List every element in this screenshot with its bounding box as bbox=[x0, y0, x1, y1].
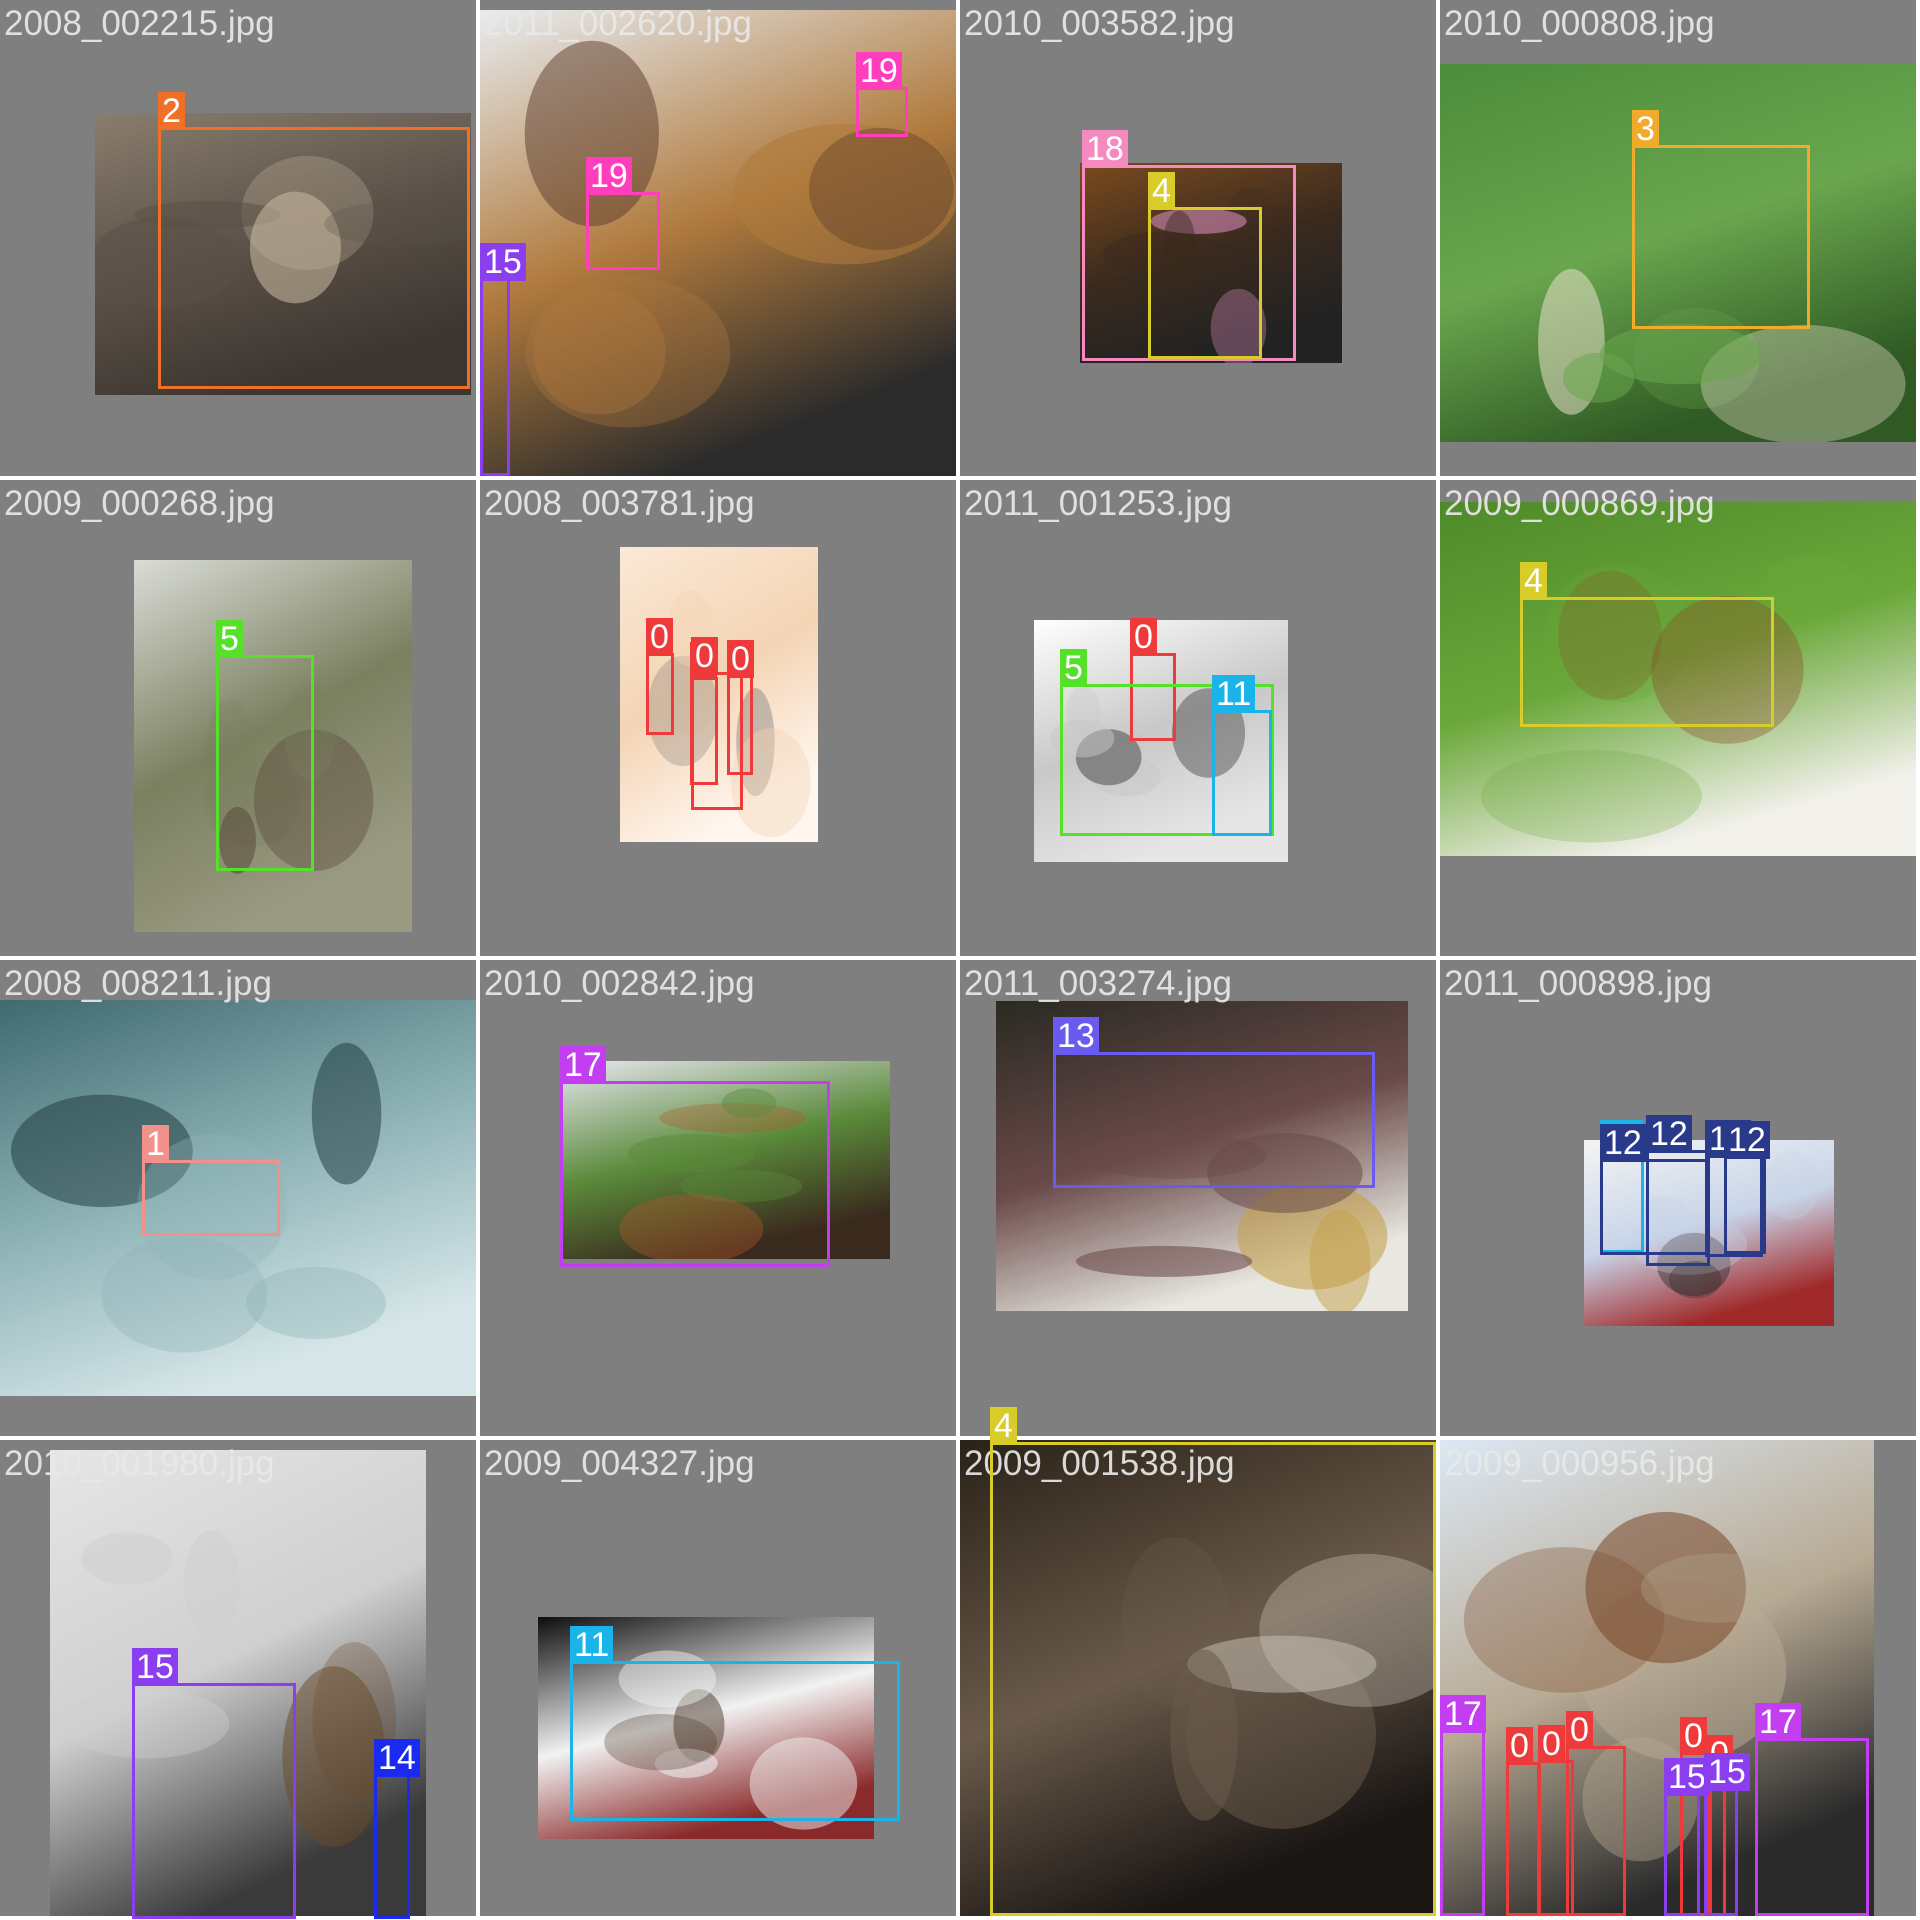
bounding-box-label: 1 bbox=[142, 1125, 169, 1163]
bounding-box-label: 15 bbox=[1704, 1753, 1750, 1791]
bounding-box-label: 4 bbox=[990, 1407, 1017, 1445]
grid-tile: 2011_003274.jpg 13 bbox=[960, 960, 1436, 1436]
bounding-box: 0 bbox=[646, 618, 674, 735]
tile-filename: 2011_003274.jpg bbox=[964, 964, 1232, 1003]
tile-filename: 2009_000268.jpg bbox=[4, 484, 275, 523]
tile-filename: 2008_002215.jpg bbox=[4, 4, 275, 43]
bounding-box-label: 0 bbox=[1680, 1717, 1707, 1755]
bounding-box-label: 18 bbox=[1082, 130, 1128, 168]
bounding-box: 4 bbox=[1148, 172, 1262, 359]
bounding-box-label: 17 bbox=[560, 1046, 606, 1084]
bounding-box: 17 bbox=[1440, 1695, 1486, 1916]
bounding-box-label: 19 bbox=[856, 52, 902, 90]
bounding-box: 12 bbox=[1724, 1121, 1770, 1254]
bounding-box: 15 bbox=[132, 1648, 296, 1919]
tile-filename: 2010_003582.jpg bbox=[964, 4, 1235, 43]
bounding-box-label: 0 bbox=[691, 637, 718, 675]
bounding-box-label: 2 bbox=[158, 92, 185, 130]
grid-tile: 2009_000956.jpg1700000171515 bbox=[1440, 1440, 1916, 1916]
grid-tile: 2010_003582.jpg 18 4 bbox=[960, 0, 1436, 476]
tile-filename: 2009_004327.jpg bbox=[484, 1444, 755, 1483]
bounding-box: 17 bbox=[1755, 1703, 1869, 1916]
bounding-box: 15 bbox=[1664, 1758, 1710, 1916]
image-grid: 2008_002215.jpg 2 2011_002620.jpg 19 19 15 201… bbox=[0, 0, 1920, 1920]
grid-tile: 2009_000268.jpg 5 bbox=[0, 480, 476, 956]
bounding-box-label: 12 bbox=[1724, 1121, 1770, 1159]
bounding-box: 1 bbox=[142, 1125, 280, 1236]
bounding-box-label: 17 bbox=[1755, 1703, 1801, 1741]
bounding-box-label: 3 bbox=[1632, 110, 1659, 148]
bounding-box-label: 5 bbox=[1060, 649, 1087, 687]
bounding-box-label: 15 bbox=[1664, 1758, 1710, 1796]
bounding-box: 0 bbox=[727, 640, 754, 775]
bounding-box-label: 12 bbox=[1646, 1115, 1692, 1153]
tile-filename: 2011_001253.jpg bbox=[964, 484, 1232, 523]
bounding-box-label: 5 bbox=[216, 620, 243, 658]
grid-tile: 2009_001538.jpg 4 bbox=[960, 1407, 1436, 1916]
tile-filename: 2008_003781.jpg bbox=[484, 484, 755, 523]
bounding-box-label: 15 bbox=[132, 1648, 178, 1686]
bounding-box-label: 19 bbox=[586, 157, 632, 195]
bounding-box: 17 bbox=[560, 1046, 830, 1267]
tile-filename: 2010_002842.jpg bbox=[484, 964, 755, 1003]
grid-tile: 2008_002215.jpg 2 bbox=[0, 0, 476, 476]
bounding-box: 12 bbox=[1646, 1115, 1710, 1266]
bounding-box: 13 bbox=[1053, 1017, 1375, 1188]
bounding-box: 0 bbox=[1506, 1727, 1540, 1916]
bounding-box-label: 0 bbox=[1538, 1725, 1565, 1763]
bounding-box-label: 11 bbox=[570, 1626, 614, 1664]
tile-filename: 2008_008211.jpg bbox=[4, 964, 272, 1003]
grid-tile: 2010_001980.jpg 15 14 bbox=[0, 1440, 476, 1919]
grid-tile: 2011_001253.jpg 0 5 11 bbox=[960, 480, 1436, 956]
bounding-box: 15 bbox=[1704, 1753, 1750, 1916]
bounding-box: 15 bbox=[480, 243, 526, 476]
bounding-box: 0 bbox=[1566, 1711, 1626, 1916]
tile-filename: 2010_000808.jpg bbox=[1444, 4, 1715, 43]
bounding-box-label: 14 bbox=[374, 1739, 420, 1777]
grid-tile: 2010_002842.jpg 17 bbox=[480, 960, 956, 1436]
grid-tile: 2009_004327.jpg 11 bbox=[480, 1440, 956, 1916]
bounding-box-label: 4 bbox=[1148, 172, 1175, 210]
bounding-box: 19 bbox=[856, 52, 908, 137]
grid-tile: 2008_003781.jpg0000 bbox=[480, 480, 956, 956]
bounding-box: 2 bbox=[158, 92, 470, 389]
grid-tile: 2009_000869.jpg 4 bbox=[1440, 480, 1916, 956]
bounding-box-label: 11 bbox=[1212, 675, 1256, 713]
bounding-box-label: 0 bbox=[1566, 1711, 1593, 1749]
bounding-box: 19 bbox=[586, 157, 660, 270]
bounding-box: 11 bbox=[1212, 675, 1272, 836]
bounding-box-label: 17 bbox=[1440, 1695, 1486, 1733]
bounding-box-label: 15 bbox=[480, 243, 526, 281]
bounding-box: 3 bbox=[1632, 110, 1810, 329]
bounding-box-label: 0 bbox=[646, 618, 673, 656]
bounding-box: 11 bbox=[570, 1626, 900, 1821]
bounding-box-label: 4 bbox=[1520, 562, 1547, 600]
tile-filename: 2011_000898.jpg bbox=[1444, 964, 1712, 1003]
bounding-box: 4 bbox=[1520, 562, 1774, 727]
bounding-box-label: 0 bbox=[1130, 618, 1157, 656]
bounding-box: 14 bbox=[374, 1739, 420, 1919]
bounding-box: 5 bbox=[216, 620, 314, 871]
bounding-box: 4 bbox=[990, 1407, 1436, 1916]
bounding-box-label: 0 bbox=[1506, 1727, 1533, 1765]
grid-tile: 2011_000898.jpg1112121212 bbox=[1440, 960, 1916, 1436]
bounding-box-label: 0 bbox=[727, 640, 754, 678]
bounding-box-label: 12 bbox=[1600, 1124, 1646, 1162]
bounding-box-label: 13 bbox=[1053, 1017, 1099, 1055]
grid-tile: 2010_000808.jpg 3 bbox=[1440, 0, 1916, 476]
grid-tile: 2011_002620.jpg 19 19 15 bbox=[480, 0, 956, 476]
grid-tile: 2008_008211.jpg 1 bbox=[0, 960, 476, 1436]
